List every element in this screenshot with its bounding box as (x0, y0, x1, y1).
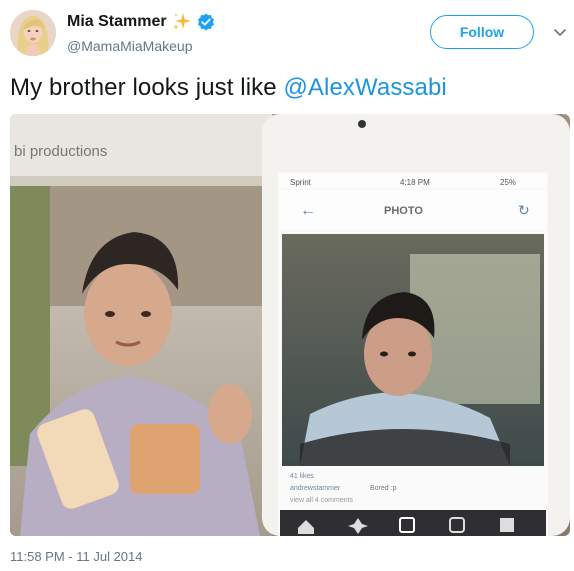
avatar[interactable] (10, 10, 56, 56)
sparkle-icon (172, 12, 192, 32)
mention-link[interactable]: @AlexWassabi (283, 74, 446, 101)
post-likes: 41 likes (290, 473, 314, 480)
verified-badge-icon (197, 13, 215, 31)
post-caption: Bored :p (370, 485, 397, 492)
phone-battery: 25% (500, 178, 516, 187)
author-handle[interactable]: @MamaMiaMakeup (67, 38, 192, 54)
chevron-down-icon[interactable] (552, 24, 568, 40)
tweet-photo[interactable]: bi productions Sprint 4:18 PM 25% ← PHOT… (10, 114, 570, 536)
tweet-photo-image: bi productions Sprint 4:18 PM 25% ← PHOT… (10, 114, 570, 536)
tweet-text: My brother looks just like @AlexWassabi (10, 74, 447, 102)
banner-text: bi productions (14, 143, 107, 160)
author-display-name[interactable]: Mia Stammer (67, 13, 167, 31)
post-username: andrewstammer (290, 485, 341, 492)
phone-header: PHOTO (384, 205, 423, 217)
avatar-image (10, 10, 56, 56)
tweet-text-body: My brother looks just like (10, 74, 284, 101)
phone-carrier: Sprint (290, 178, 312, 187)
tweet-timestamp[interactable]: 11:58 PM - 11 Jul 2014 (10, 549, 143, 564)
svg-text:↻: ↻ (518, 202, 530, 218)
author-name-row: Mia Stammer (67, 12, 215, 32)
svg-text:←: ← (300, 202, 316, 219)
follow-button[interactable]: Follow (430, 15, 534, 49)
post-comments: view all 4 comments (290, 497, 354, 504)
phone-time: 4:18 PM (400, 178, 430, 187)
